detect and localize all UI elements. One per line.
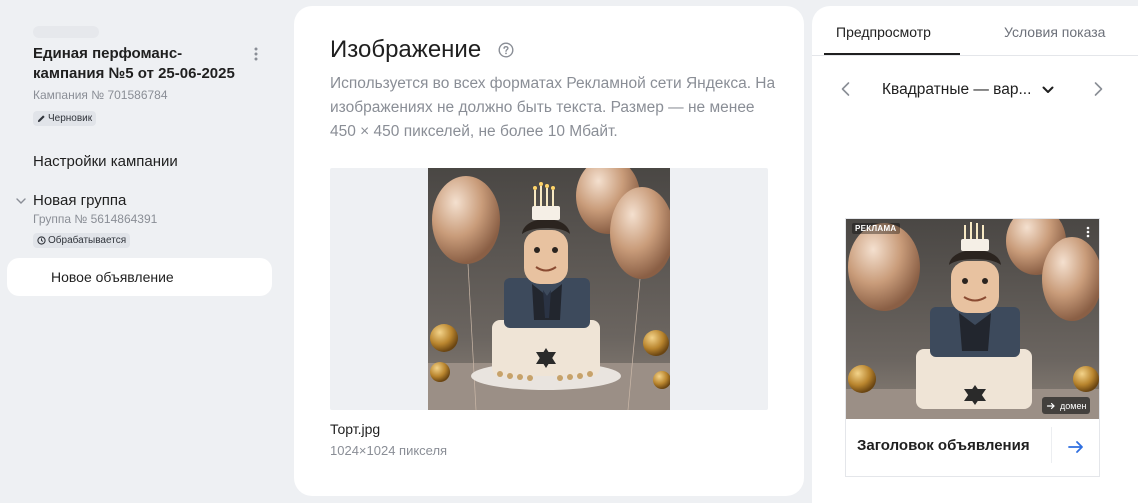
- campaign-title[interactable]: Единая перфоманс-кампания №5 от 25-06-20…: [33, 44, 248, 84]
- ad-domain-chip[interactable]: домен: [1042, 397, 1091, 414]
- status-badge-processing: Обрабатывается: [33, 233, 131, 248]
- campaign-menu-button[interactable]: [246, 44, 266, 64]
- vertical-dots-icon: [254, 47, 258, 61]
- tab-display-conditions[interactable]: Условия показа: [1004, 24, 1105, 40]
- format-select-value: Квадратные — вар...: [882, 81, 1032, 98]
- sidebar-item-new-ad[interactable]: Новое объявление: [7, 258, 272, 296]
- chevron-down-icon: [1042, 86, 1054, 93]
- pencil-icon: [37, 115, 45, 123]
- image-preview-frame[interactable]: [330, 168, 768, 410]
- cake-photo: [428, 168, 670, 410]
- sidebar: Единая перфоманс-кампания №5 от 25-06-20…: [0, 0, 285, 503]
- help-circle-icon[interactable]: [498, 42, 514, 58]
- ad-headline[interactable]: Заголовок объявления: [857, 437, 1030, 454]
- campaign-id: Кампания № 701586784: [33, 88, 168, 102]
- group-id: Группа № 5614864391: [33, 212, 158, 226]
- image-section-card: Изображение Используется во всех формата…: [294, 6, 804, 496]
- sidebar-item-label: Новое объявление: [51, 269, 174, 285]
- group-title[interactable]: Новая группа: [33, 192, 126, 209]
- blurred-breadcrumb: [33, 26, 99, 38]
- arrow-right-icon: [1046, 402, 1055, 409]
- ad-preview-photo: [846, 219, 1099, 419]
- status-badge-draft: Черновик: [33, 111, 97, 126]
- ad-domain-label: домен: [1060, 400, 1087, 411]
- preview-tabs: Предпросмотр Условия показа: [812, 6, 1138, 56]
- chevron-down-icon[interactable]: [14, 194, 28, 208]
- tab-preview[interactable]: Предпросмотр: [836, 24, 931, 40]
- chevron-right-icon[interactable]: [1089, 80, 1107, 98]
- active-tab-indicator: [824, 53, 960, 55]
- section-title: Изображение: [330, 36, 482, 63]
- vertical-dots-icon: [1086, 226, 1090, 238]
- format-select[interactable]: Квадратные — вар...: [882, 78, 1062, 102]
- file-name: Торт.jpg: [330, 421, 381, 437]
- ad-preview-card[interactable]: РЕКЛАМА домен Заголовок объявления: [845, 218, 1100, 477]
- campaign-settings-link[interactable]: Настройки кампании: [33, 153, 178, 170]
- status-badge-label: Черновик: [48, 113, 93, 124]
- ad-menu-button[interactable]: [1080, 224, 1096, 240]
- ad-footer-divider: [1051, 427, 1052, 463]
- ad-badge: РЕКЛАМА: [852, 223, 900, 234]
- preview-panel: Предпросмотр Условия показа Квадратные —…: [812, 6, 1138, 503]
- section-description: Используется во всех форматах Рекламной …: [330, 75, 776, 140]
- arrow-right-icon[interactable]: [1066, 437, 1086, 457]
- file-dimensions: 1024×1024 пикселя: [330, 443, 448, 458]
- chevron-left-icon[interactable]: [837, 80, 855, 98]
- status-badge-label: Обрабатывается: [48, 235, 127, 246]
- clock-icon: [37, 236, 46, 245]
